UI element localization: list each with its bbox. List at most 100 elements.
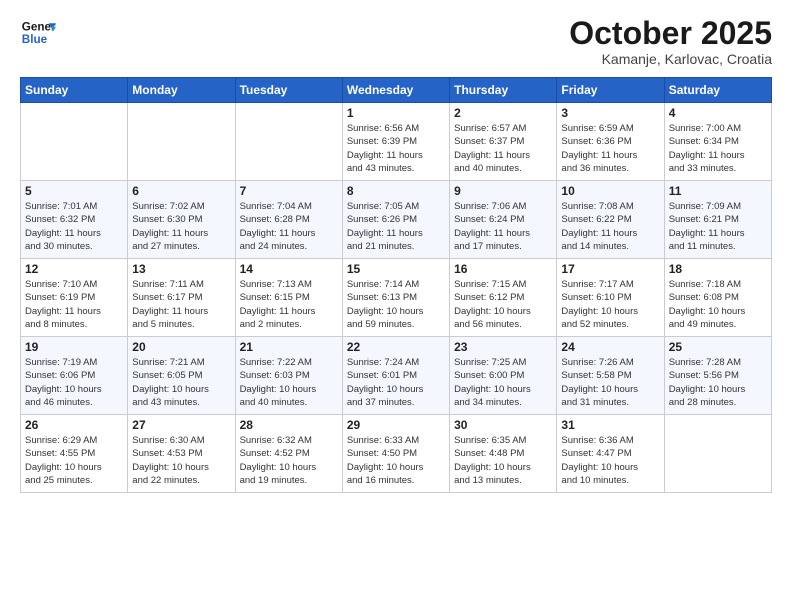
- day-number: 15: [347, 262, 445, 276]
- day-number: 20: [132, 340, 230, 354]
- day-info: Sunrise: 7:19 AM Sunset: 6:06 PM Dayligh…: [25, 356, 123, 409]
- calendar-cell: 22 Sunrise: 7:24 AM Sunset: 6:01 PM Dayli…: [342, 337, 449, 415]
- calendar-cell: 30Sunrise: 6:35 AM Sunset: 4:48 PM Dayli…: [450, 415, 557, 493]
- calendar-cell: 31 Sunrise: 6:36 AM Sunset: 4:47 PM Dayli…: [557, 415, 664, 493]
- calendar-cell: 29 Sunrise: 6:33 AM Sunset: 4:50 PM Dayli…: [342, 415, 449, 493]
- day-info: Sunrise: 6:59 AM Sunset: 6:36 PM Dayligh…: [561, 122, 659, 175]
- day-info: Sunrise: 7:11 AM Sunset: 6:17 PM Dayligh…: [132, 278, 230, 331]
- calendar-cell: 7Sunrise: 7:04 AM Sunset: 6:28 PM Daylig…: [235, 181, 342, 259]
- day-info: Sunrise: 6:33 AM Sunset: 4:50 PM Dayligh…: [347, 434, 445, 487]
- day-number: 13: [132, 262, 230, 276]
- day-number: 10: [561, 184, 659, 198]
- svg-text:Blue: Blue: [22, 33, 48, 46]
- logo: General Blue: [20, 16, 56, 52]
- calendar-cell: 17 Sunrise: 7:17 AM Sunset: 6:10 PM Dayli…: [557, 259, 664, 337]
- calendar-cell: 2Sunrise: 6:57 AM Sunset: 6:37 PM Daylig…: [450, 103, 557, 181]
- day-info: Sunrise: 7:17 AM Sunset: 6:10 PM Dayligh…: [561, 278, 659, 331]
- calendar-cell: 4 Sunrise: 7:00 AM Sunset: 6:34 PM Daylig…: [664, 103, 771, 181]
- calendar-cell: [21, 103, 128, 181]
- title-block: October 2025 Kamanje, Karlovac, Croatia: [569, 16, 772, 67]
- day-number: 3: [561, 106, 659, 120]
- day-info: Sunrise: 6:56 AM Sunset: 6:39 PM Dayligh…: [347, 122, 445, 175]
- calendar-cell: 24Sunrise: 7:26 AM Sunset: 5:58 PM Dayli…: [557, 337, 664, 415]
- day-number: 11: [669, 184, 767, 198]
- day-number: 14: [240, 262, 338, 276]
- calendar-cell: 1 Sunrise: 6:56 AM Sunset: 6:39 PM Daylig…: [342, 103, 449, 181]
- day-info: Sunrise: 7:15 AM Sunset: 6:12 PM Dayligh…: [454, 278, 552, 331]
- calendar: Sunday Monday Tuesday Wednesday Thursday…: [20, 77, 772, 493]
- day-number: 1: [347, 106, 445, 120]
- calendar-cell: 15 Sunrise: 7:14 AM Sunset: 6:13 PM Dayli…: [342, 259, 449, 337]
- day-number: 21: [240, 340, 338, 354]
- day-info: Sunrise: 6:29 AM Sunset: 4:55 PM Dayligh…: [25, 434, 123, 487]
- page: General Blue October 2025 Kamanje, Karlo…: [0, 0, 792, 612]
- calendar-week-1: 1 Sunrise: 6:56 AM Sunset: 6:39 PM Daylig…: [21, 103, 772, 181]
- day-number: 22: [347, 340, 445, 354]
- day-number: 24: [561, 340, 659, 354]
- day-info: Sunrise: 7:21 AM Sunset: 6:05 PM Dayligh…: [132, 356, 230, 409]
- calendar-cell: 14Sunrise: 7:13 AM Sunset: 6:15 PM Dayli…: [235, 259, 342, 337]
- calendar-cell: 12 Sunrise: 7:10 AM Sunset: 6:19 PM Dayli…: [21, 259, 128, 337]
- calendar-week-4: 19Sunrise: 7:19 AM Sunset: 6:06 PM Dayli…: [21, 337, 772, 415]
- day-number: 6: [132, 184, 230, 198]
- day-info: Sunrise: 6:35 AM Sunset: 4:48 PM Dayligh…: [454, 434, 552, 487]
- calendar-cell: 21 Sunrise: 7:22 AM Sunset: 6:03 PM Dayli…: [235, 337, 342, 415]
- col-friday: Friday: [557, 78, 664, 103]
- day-info: Sunrise: 7:10 AM Sunset: 6:19 PM Dayligh…: [25, 278, 123, 331]
- col-monday: Monday: [128, 78, 235, 103]
- day-number: 9: [454, 184, 552, 198]
- calendar-week-2: 5 Sunrise: 7:01 AM Sunset: 6:32 PM Daylig…: [21, 181, 772, 259]
- day-info: Sunrise: 6:57 AM Sunset: 6:37 PM Dayligh…: [454, 122, 552, 175]
- calendar-cell: 6 Sunrise: 7:02 AM Sunset: 6:30 PM Daylig…: [128, 181, 235, 259]
- calendar-cell: 28 Sunrise: 6:32 AM Sunset: 4:52 PM Dayli…: [235, 415, 342, 493]
- calendar-cell: [235, 103, 342, 181]
- calendar-cell: 13 Sunrise: 7:11 AM Sunset: 6:17 PM Dayli…: [128, 259, 235, 337]
- calendar-cell: 5 Sunrise: 7:01 AM Sunset: 6:32 PM Daylig…: [21, 181, 128, 259]
- day-number: 28: [240, 418, 338, 432]
- calendar-cell: 27 Sunrise: 6:30 AM Sunset: 4:53 PM Dayli…: [128, 415, 235, 493]
- calendar-cell: 10 Sunrise: 7:08 AM Sunset: 6:22 PM Dayli…: [557, 181, 664, 259]
- day-number: 5: [25, 184, 123, 198]
- calendar-header-row: Sunday Monday Tuesday Wednesday Thursday…: [21, 78, 772, 103]
- col-wednesday: Wednesday: [342, 78, 449, 103]
- day-info: Sunrise: 6:30 AM Sunset: 4:53 PM Dayligh…: [132, 434, 230, 487]
- day-info: Sunrise: 7:28 AM Sunset: 5:56 PM Dayligh…: [669, 356, 767, 409]
- day-info: Sunrise: 7:24 AM Sunset: 6:01 PM Dayligh…: [347, 356, 445, 409]
- day-number: 25: [669, 340, 767, 354]
- day-info: Sunrise: 7:09 AM Sunset: 6:21 PM Dayligh…: [669, 200, 767, 253]
- day-info: Sunrise: 7:08 AM Sunset: 6:22 PM Dayligh…: [561, 200, 659, 253]
- calendar-cell: 8Sunrise: 7:05 AM Sunset: 6:26 PM Daylig…: [342, 181, 449, 259]
- day-info: Sunrise: 6:36 AM Sunset: 4:47 PM Dayligh…: [561, 434, 659, 487]
- calendar-cell: 16Sunrise: 7:15 AM Sunset: 6:12 PM Dayli…: [450, 259, 557, 337]
- day-info: Sunrise: 7:02 AM Sunset: 6:30 PM Dayligh…: [132, 200, 230, 253]
- day-info: Sunrise: 7:00 AM Sunset: 6:34 PM Dayligh…: [669, 122, 767, 175]
- day-number: 26: [25, 418, 123, 432]
- day-info: Sunrise: 7:14 AM Sunset: 6:13 PM Dayligh…: [347, 278, 445, 331]
- month-title: October 2025: [569, 16, 772, 51]
- day-number: 8: [347, 184, 445, 198]
- calendar-cell: 11 Sunrise: 7:09 AM Sunset: 6:21 PM Dayli…: [664, 181, 771, 259]
- day-info: Sunrise: 6:32 AM Sunset: 4:52 PM Dayligh…: [240, 434, 338, 487]
- calendar-week-5: 26 Sunrise: 6:29 AM Sunset: 4:55 PM Dayli…: [21, 415, 772, 493]
- day-info: Sunrise: 7:22 AM Sunset: 6:03 PM Dayligh…: [240, 356, 338, 409]
- day-number: 27: [132, 418, 230, 432]
- day-number: 12: [25, 262, 123, 276]
- day-number: 17: [561, 262, 659, 276]
- day-number: 23: [454, 340, 552, 354]
- day-number: 29: [347, 418, 445, 432]
- col-saturday: Saturday: [664, 78, 771, 103]
- col-sunday: Sunday: [21, 78, 128, 103]
- calendar-week-3: 12 Sunrise: 7:10 AM Sunset: 6:19 PM Dayli…: [21, 259, 772, 337]
- day-info: Sunrise: 7:01 AM Sunset: 6:32 PM Dayligh…: [25, 200, 123, 253]
- calendar-cell: 19Sunrise: 7:19 AM Sunset: 6:06 PM Dayli…: [21, 337, 128, 415]
- calendar-cell: 18Sunrise: 7:18 AM Sunset: 6:08 PM Dayli…: [664, 259, 771, 337]
- col-thursday: Thursday: [450, 78, 557, 103]
- day-number: 31: [561, 418, 659, 432]
- day-number: 18: [669, 262, 767, 276]
- calendar-cell: [128, 103, 235, 181]
- day-number: 7: [240, 184, 338, 198]
- calendar-cell: 26 Sunrise: 6:29 AM Sunset: 4:55 PM Dayli…: [21, 415, 128, 493]
- day-number: 4: [669, 106, 767, 120]
- col-tuesday: Tuesday: [235, 78, 342, 103]
- logo-icon: General Blue: [20, 16, 56, 52]
